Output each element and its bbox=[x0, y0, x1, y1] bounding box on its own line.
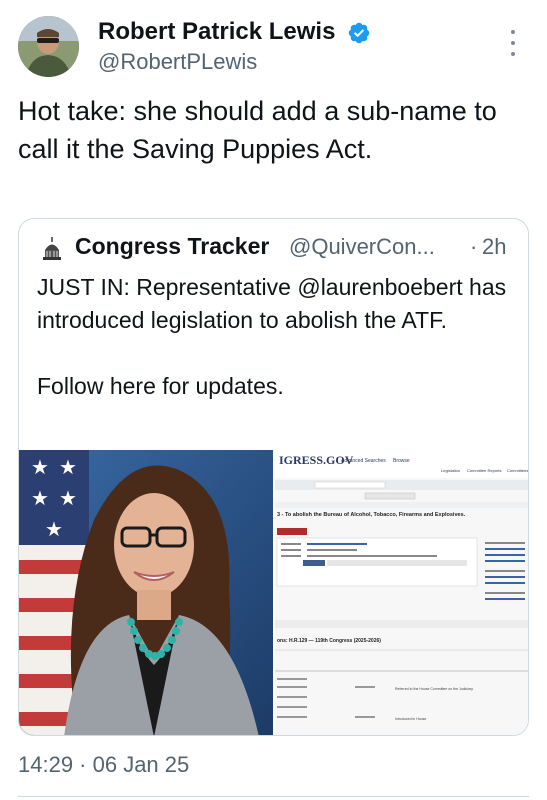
nav-committee: Committee Reports bbox=[467, 468, 501, 473]
tweet-text: Hot take: she should add a sub-name to c… bbox=[18, 96, 497, 164]
quoted-text-paragraph-2: Follow here for updates. bbox=[37, 373, 284, 399]
quoted-text: JUST IN: Representative @laurenboebert h… bbox=[37, 271, 517, 403]
author-avatar[interactable] bbox=[18, 16, 79, 77]
divider bbox=[18, 796, 529, 797]
quoted-author-handle[interactable]: @QuiverCon... bbox=[289, 234, 435, 260]
action-note: Referred to the House Committee on the J… bbox=[395, 687, 474, 691]
bill-title: 3 - To abolish the Bureau of Alcohol, To… bbox=[277, 512, 466, 518]
quoted-tweet-card[interactable]: Congress Tracker @QuiverCon... · 2h JUST… bbox=[18, 218, 529, 736]
nav-committees: Committees bbox=[507, 468, 528, 473]
author-name[interactable]: Robert Patrick Lewis bbox=[98, 18, 335, 46]
tweet-header: Robert Patrick Lewis @RobertPLewis bbox=[18, 16, 533, 80]
quoted-text-paragraph-1: JUST IN: Representative @laurenboebert h… bbox=[37, 274, 507, 333]
verified-badge-icon bbox=[348, 22, 370, 44]
capitol-dome-icon[interactable] bbox=[36, 233, 68, 265]
more-options-icon[interactable] bbox=[508, 30, 518, 56]
quoted-author-name[interactable]: Congress Tracker bbox=[75, 233, 269, 260]
tweet-timestamp[interactable]: 14:29 · 06 Jan 25 bbox=[18, 752, 189, 778]
actions-heading: ons: H.R.129 — 119th Congress (2025-2026… bbox=[277, 638, 381, 644]
quoted-media[interactable]: ★ ★ ★ ★ ★ IGRESS.GOV Advanced Searches B… bbox=[19, 450, 528, 735]
nav-advanced: Advanced Searches bbox=[341, 458, 386, 464]
action-note-2: Introduced in House bbox=[395, 717, 426, 721]
quoted-separator: · bbox=[470, 234, 478, 259]
congress-website-screenshot[interactable]: IGRESS.GOV Advanced Searches Browse Legi… bbox=[273, 450, 528, 735]
portrait-photo[interactable]: ★ ★ ★ ★ ★ bbox=[19, 450, 273, 735]
quoted-time[interactable]: 2h bbox=[482, 234, 506, 260]
svg-text:★: ★ bbox=[45, 517, 63, 541]
author-handle[interactable]: @RobertPLewis bbox=[98, 49, 257, 75]
svg-text:★: ★ bbox=[59, 455, 77, 479]
nav-browse: Browse bbox=[393, 458, 410, 464]
nav-legislation: Legislation bbox=[441, 468, 460, 473]
svg-text:★: ★ bbox=[31, 455, 49, 479]
svg-text:★: ★ bbox=[59, 486, 77, 510]
svg-text:★: ★ bbox=[31, 486, 49, 510]
